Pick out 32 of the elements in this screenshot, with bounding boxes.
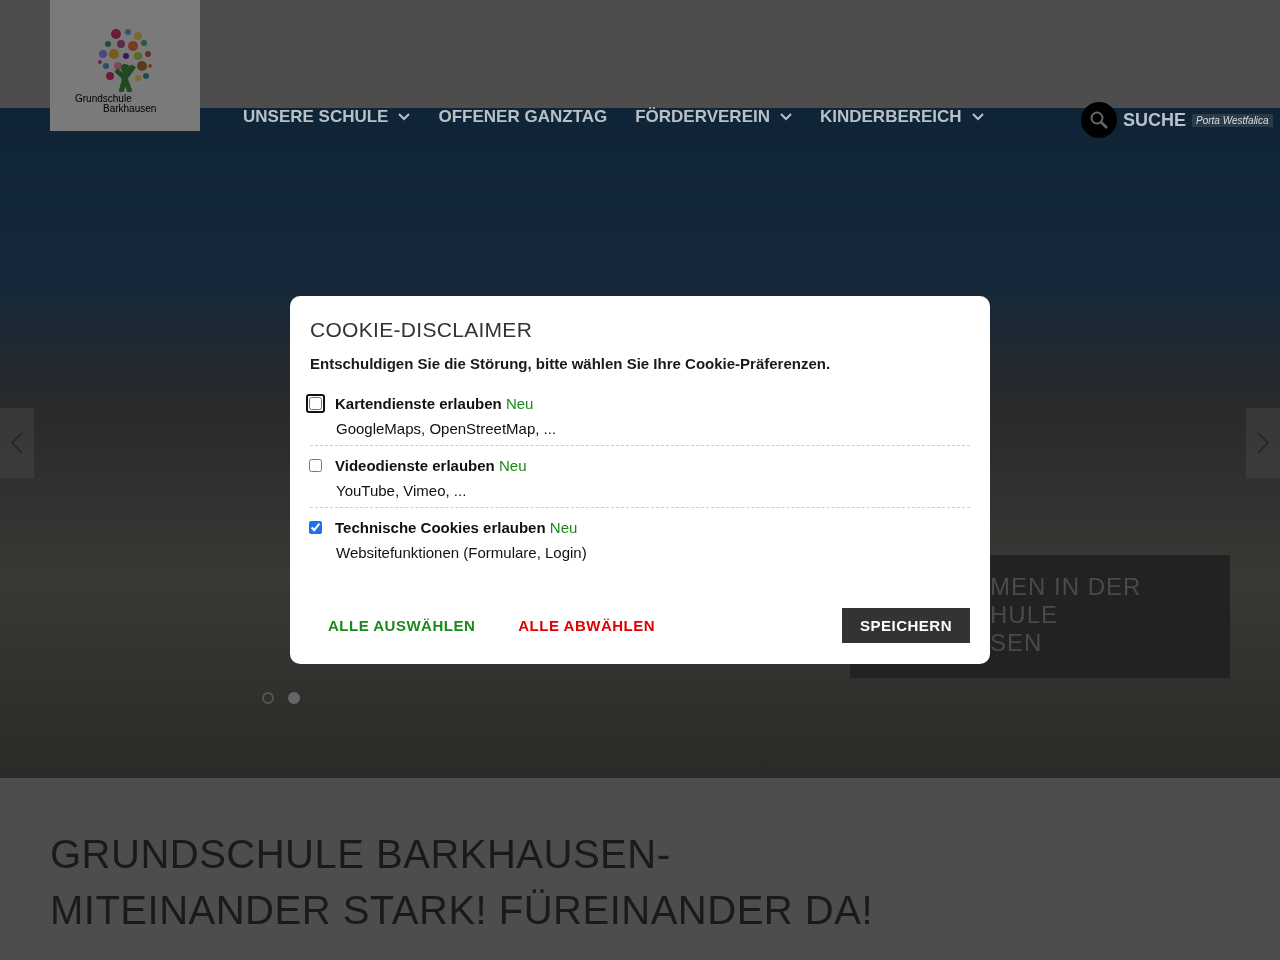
option-label: Videodienste erlauben Neu [335, 457, 527, 474]
nav-link[interactable]: FÖRDERVEREIN [635, 107, 792, 127]
slider-dot[interactable] [288, 692, 300, 704]
previous-slide-button[interactable] [0, 408, 34, 478]
search-icon [1089, 110, 1109, 130]
option-label: Kartendienste erlauben Neu [335, 395, 534, 412]
chevron-down-icon [398, 113, 411, 121]
dialog-title: COOKIE-DISCLAIMER [310, 318, 534, 342]
location-text: Porta Westfalica [1192, 113, 1273, 127]
dialog-intro-text: Entschuldigen Sie die Störung, bitte wählen Sie Ihre Cookie-Präferenzen. [310, 355, 832, 372]
chevron-down-icon [971, 113, 984, 121]
consent-checkbox[interactable] [306, 394, 325, 413]
school-logo[interactable]: Grundschule Barkhausen [50, 0, 200, 131]
nav-link[interactable]: UNSERE SCHULE [243, 107, 411, 127]
option-label: Technische Cookies erlauben Neu [335, 519, 578, 536]
option-description: YouTube, Vimeo, ... [336, 482, 468, 499]
next-slide-button[interactable] [1246, 408, 1280, 478]
nav-link[interactable]: OFFENER GANZTAG [438, 107, 608, 127]
logo-text: Grundschule Barkhausen [75, 94, 158, 114]
chevron-left-icon [11, 432, 23, 454]
option-description: Websitefunktionen (Formulare, Login) [336, 544, 588, 561]
consent-checkbox[interactable] [306, 456, 325, 475]
slider-dot[interactable] [262, 692, 274, 704]
chevron-right-icon [1257, 432, 1269, 454]
option-description: GoogleMaps, OpenStreetMap, ... [336, 420, 558, 437]
select-all-button[interactable]: ALLE AUSWÄHLEN [310, 607, 494, 644]
deselect-all-button[interactable]: ALLE ABWÄHLEN [500, 607, 674, 644]
consent-checkbox[interactable] [306, 518, 325, 537]
search-button[interactable]: SUCHE [1081, 102, 1186, 138]
chevron-down-icon [779, 113, 792, 121]
save-button[interactable]: SPEICHERN [841, 608, 970, 643]
nav-link[interactable]: KINDERBEREICH [819, 107, 984, 127]
